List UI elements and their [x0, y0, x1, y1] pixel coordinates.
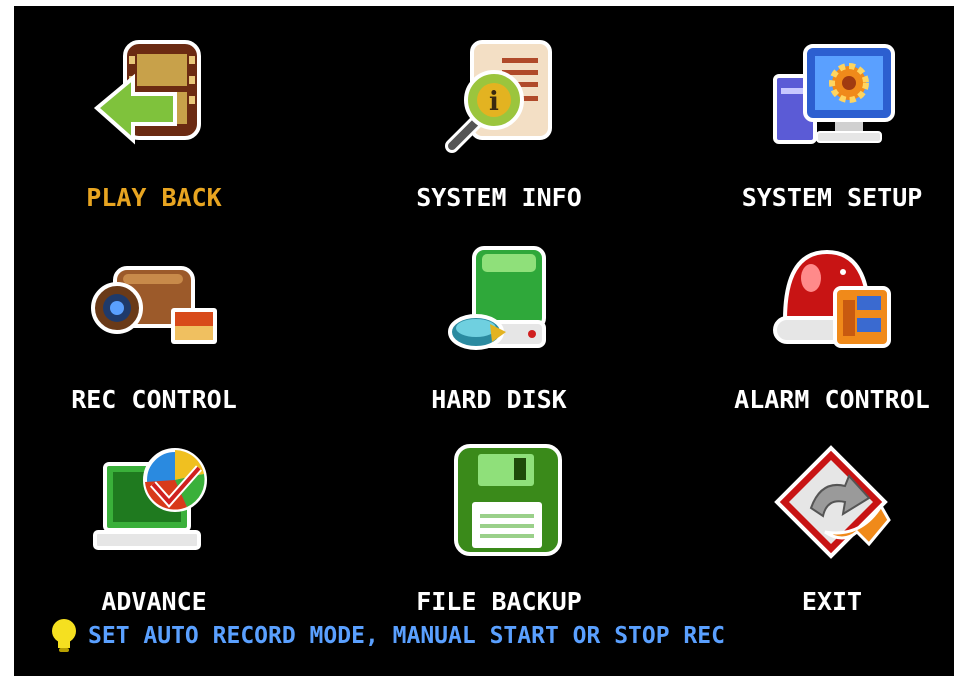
menu-item-label: HARD DISK	[431, 385, 567, 414]
menu-item-label: EXIT	[801, 587, 863, 616]
menu-item-label: SYSTEM INFO	[416, 183, 582, 212]
menu-item-label: FILE BACKUP	[416, 587, 582, 616]
lightbulb-icon	[52, 619, 76, 652]
hard-disk-icon	[432, 238, 566, 362]
hint-text: SET AUTO RECORD MODE, MANUAL START OR ST…	[88, 623, 725, 649]
menu-item-exit[interactable]: EXIT	[682, 430, 954, 620]
menu-item-hard-disk[interactable]: HARD DISK	[349, 228, 649, 418]
menu-item-label: REC CONTROL	[71, 385, 237, 414]
setup-icon	[765, 36, 899, 160]
menu-item-label: ADVANCE	[101, 587, 207, 616]
info-icon: i	[432, 36, 566, 160]
menu-item-rec-control[interactable]: REC CONTROL	[14, 228, 304, 418]
menu-item-system-info[interactable]: i SYSTEM INFO	[349, 26, 649, 216]
camera-icon	[87, 238, 221, 362]
alarm-icon	[765, 238, 899, 362]
exit-icon	[765, 440, 899, 564]
menu-item-advance[interactable]: ADVANCE	[14, 430, 304, 620]
menu-item-label: ALARM CONTROL	[734, 385, 930, 414]
dvr-main-menu: PLAY BACK i SYSTEM INFO SYSTEM SETUP REC…	[14, 6, 954, 676]
svg-text:i: i	[489, 87, 499, 117]
playback-icon	[87, 36, 221, 160]
menu-item-file-backup[interactable]: FILE BACKUP	[349, 430, 649, 620]
menu-item-label: SYSTEM SETUP	[741, 183, 923, 212]
menu-item-alarm-control[interactable]: ALARM CONTROL	[682, 228, 954, 418]
menu-item-label: PLAY BACK	[86, 183, 222, 212]
floppy-icon	[432, 440, 566, 564]
advance-icon	[87, 440, 221, 564]
status-hint: SET AUTO RECORD MODE, MANUAL START OR ST…	[50, 616, 725, 656]
menu-item-system-setup[interactable]: SYSTEM SETUP	[682, 26, 954, 216]
menu-item-play-back[interactable]: PLAY BACK	[14, 26, 304, 216]
